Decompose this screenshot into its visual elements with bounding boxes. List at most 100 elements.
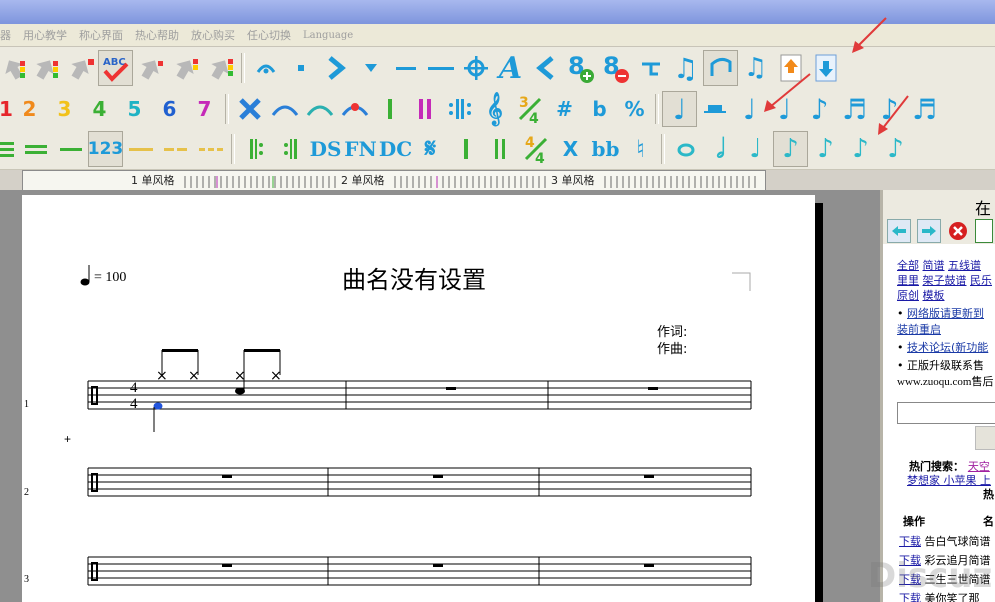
- link-staff[interactable]: 五线谱: [948, 259, 981, 272]
- double-flat-button[interactable]: bb: [588, 131, 623, 167]
- link-original[interactable]: 原创: [897, 289, 919, 302]
- menu-item-help[interactable]: 热心帮助: [135, 27, 179, 43]
- repeat-end-icon[interactable]: [273, 131, 308, 167]
- menu-item-tools[interactable]: 器: [0, 27, 11, 43]
- stop-icon[interactable]: [947, 220, 969, 242]
- marcato-icon[interactable]: [353, 50, 388, 86]
- arrow-signal-icon[interactable]: [28, 50, 63, 86]
- thirty-second-note-icon[interactable]: ♪: [878, 131, 913, 167]
- slur-arc-icon[interactable]: [302, 91, 337, 127]
- long-tenuto-icon[interactable]: [423, 50, 458, 86]
- staccato-icon[interactable]: [283, 50, 318, 86]
- menu-item-interface[interactable]: 称心界面: [79, 27, 123, 43]
- time-signature-icon[interactable]: 34: [512, 91, 547, 127]
- link-template[interactable]: 模板: [923, 289, 945, 302]
- download-icon[interactable]: [808, 50, 843, 86]
- tenuto-icon[interactable]: [388, 50, 423, 86]
- link-folk[interactable]: 民乐: [970, 274, 992, 287]
- delete-x-icon[interactable]: [232, 91, 267, 127]
- red-fermata-icon[interactable]: [337, 91, 372, 127]
- volta-icon[interactable]: [633, 50, 668, 86]
- remove-note-icon[interactable]: 8: [598, 50, 633, 86]
- number-3-button[interactable]: 3: [47, 91, 82, 127]
- arrow-signal-icon[interactable]: [203, 50, 238, 86]
- double-barline-icon[interactable]: [483, 131, 518, 167]
- dc-button[interactable]: DC: [378, 131, 413, 167]
- slur-icon[interactable]: [703, 50, 738, 86]
- accent-icon[interactable]: [318, 50, 353, 86]
- flat-button[interactable]: b: [582, 91, 617, 127]
- link-all[interactable]: 全部: [897, 259, 919, 272]
- single-line-icon[interactable]: [53, 131, 88, 167]
- upload-icon[interactable]: [773, 50, 808, 86]
- forward-arrow-icon[interactable]: [917, 219, 941, 243]
- dash-medium-icon[interactable]: [158, 131, 193, 167]
- double-line-icon[interactable]: [18, 131, 53, 167]
- quarter-note-icon[interactable]: ♩: [738, 131, 773, 167]
- quarter-note-icon[interactable]: ♩: [767, 91, 802, 127]
- link-drum[interactable]: 架子鼓谱: [923, 274, 967, 287]
- fermata-icon[interactable]: [248, 50, 283, 86]
- beamed-notes-icon[interactable]: ♫: [668, 50, 703, 86]
- number-6-button[interactable]: 6: [152, 91, 187, 127]
- download-link[interactable]: 下载: [899, 535, 921, 548]
- number-2-button[interactable]: 2: [12, 91, 47, 127]
- link-lili[interactable]: 里里: [897, 274, 919, 287]
- text-a-icon[interactable]: A: [493, 50, 528, 86]
- sixteenth-note-icon[interactable]: ♪: [843, 131, 878, 167]
- barline-icon[interactable]: [448, 131, 483, 167]
- eighth-note-icon[interactable]: ♪: [872, 91, 907, 127]
- hot-search-line2[interactable]: 梦想家 小苹果 上: [907, 472, 991, 488]
- arrow-signal-icon[interactable]: [0, 50, 28, 86]
- thirty-second-note-icon[interactable]: ♬: [907, 91, 942, 127]
- sharp-button[interactable]: #: [547, 91, 582, 127]
- back-arrow-icon[interactable]: [887, 219, 911, 243]
- repeat-start-icon[interactable]: [238, 131, 273, 167]
- tie-icon[interactable]: [267, 91, 302, 127]
- number-1-button[interactable]: 1: [0, 91, 13, 127]
- whole-note-icon[interactable]: [668, 131, 703, 167]
- treble-clef-icon[interactable]: 𝄞: [477, 91, 512, 127]
- repeat-both-icon[interactable]: [442, 91, 477, 127]
- half-note-icon[interactable]: 𝅗𝅥: [703, 131, 738, 167]
- notice-link-forum[interactable]: 技术论坛(新功能: [907, 341, 988, 354]
- sixteenth-note-icon[interactable]: ♬: [837, 91, 872, 127]
- beamed-notes-icon[interactable]: ♫: [738, 50, 773, 86]
- half-rest-icon[interactable]: [697, 91, 732, 127]
- coda-icon[interactable]: [458, 50, 493, 86]
- double-barline-icon[interactable]: [407, 91, 442, 127]
- search-button[interactable]: [975, 426, 995, 450]
- triple-line-icon[interactable]: [0, 131, 18, 167]
- dash-short-icon[interactable]: [193, 131, 228, 167]
- eighth-note-icon[interactable]: ♪: [773, 131, 808, 167]
- number-5-button[interactable]: 5: [117, 91, 152, 127]
- double-sharp-button[interactable]: X: [553, 131, 588, 167]
- menu-item-switch[interactable]: 任心切换: [247, 27, 291, 43]
- quarter-note-icon[interactable]: ♩: [662, 91, 697, 127]
- score-canvas[interactable]: = 100 曲名没有设置 作词: 作曲: 4 4 × × × × 1 + 2 3: [22, 195, 815, 602]
- notice-link-update[interactable]: 网络版请更新到: [907, 307, 984, 320]
- numbered-notation-button[interactable]: 123: [88, 131, 123, 167]
- menu-item-language[interactable]: Language: [303, 30, 353, 41]
- spell-check-icon[interactable]: ABC: [98, 50, 133, 86]
- refresh-icon[interactable]: [975, 219, 993, 243]
- number-4-button[interactable]: 4: [82, 91, 117, 127]
- arrow-signal-icon[interactable]: [133, 50, 168, 86]
- dash-long-icon[interactable]: [123, 131, 158, 167]
- notice-link-update-cont[interactable]: 装前重启: [897, 322, 993, 338]
- ds-button[interactable]: DS: [308, 131, 343, 167]
- natural-percent-button[interactable]: %: [617, 91, 652, 127]
- segno-icon[interactable]: 𝄋: [413, 131, 448, 167]
- menu-item-purchase[interactable]: 放心购买: [191, 27, 235, 43]
- eighth-note-icon[interactable]: ♪: [808, 131, 843, 167]
- link-jianpu[interactable]: 简谱: [923, 259, 945, 272]
- quarter-note-icon[interactable]: ♩: [732, 91, 767, 127]
- ruler-segment[interactable]: 3 单风格: [551, 172, 595, 188]
- number-7-button[interactable]: 7: [187, 91, 222, 127]
- arrow-signal-icon[interactable]: [63, 50, 98, 86]
- ruler-segment[interactable]: 2 单风格: [341, 172, 385, 188]
- barline-icon[interactable]: [372, 91, 407, 127]
- ruler-segment[interactable]: 1 单风格: [131, 172, 175, 188]
- arrow-signal-icon[interactable]: [168, 50, 203, 86]
- score-page[interactable]: = 100 曲名没有设置 作词: 作曲: 4 4 × × × × 1 + 2 3: [22, 195, 815, 602]
